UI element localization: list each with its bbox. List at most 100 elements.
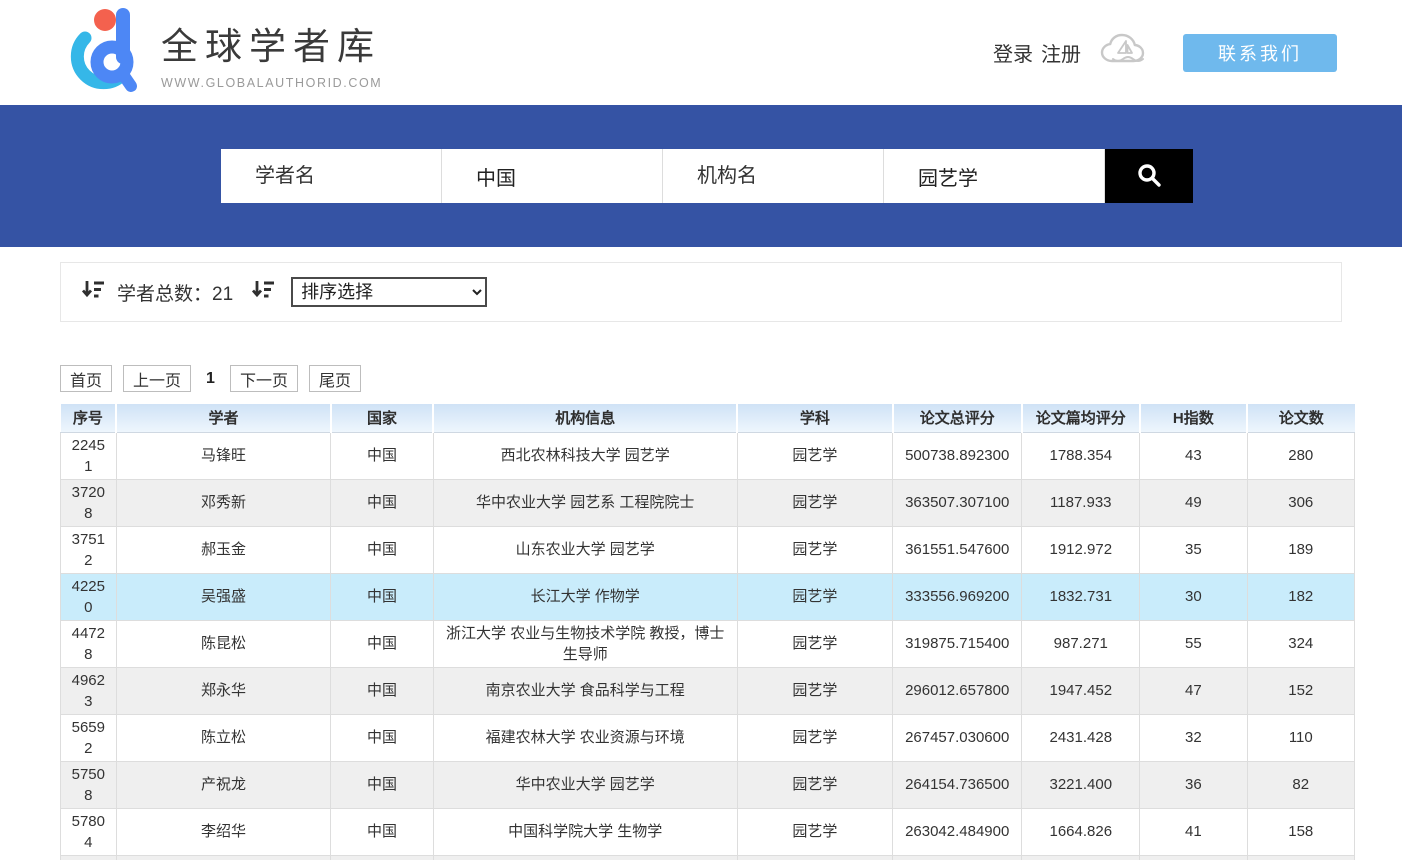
table-cell: 3221.400: [1022, 761, 1140, 808]
table-row[interactable]: 22451马锋旺中国西北农林科技大学 园艺学园艺学500738.89230017…: [61, 432, 1355, 479]
table-cell: 30: [1140, 573, 1247, 620]
table-cell: 邓秀新: [116, 479, 331, 526]
table-cell: 陈立松: [116, 714, 331, 761]
table-cell: 296012.657800: [893, 667, 1022, 714]
table-cell: 园艺学: [737, 620, 892, 667]
column-header: 序号: [61, 404, 117, 432]
table-cell: 1664.826: [1022, 808, 1140, 855]
table-cell: 园艺学: [737, 573, 892, 620]
table-row[interactable]: 42250吴强盛中国长江大学 作物学园艺学333556.9692001832.7…: [61, 573, 1355, 620]
contact-us-button[interactable]: 联系我们: [1183, 34, 1337, 72]
last-page-button[interactable]: 尾页: [309, 365, 361, 392]
next-page-button[interactable]: 下一页: [230, 365, 298, 392]
scholar-table-body: 22451马锋旺中国西北农林科技大学 园艺学园艺学500738.89230017…: [61, 432, 1355, 860]
table-cell: 中国: [331, 761, 433, 808]
table-cell: 南京农业大学 食品科学与工程: [433, 667, 737, 714]
table-row[interactable]: 56592陈立松中国福建农林大学 农业资源与环境园艺学267457.030600…: [61, 714, 1355, 761]
register-link[interactable]: 注册: [1041, 38, 1081, 67]
table-cell: 56592: [61, 714, 117, 761]
total-scholars-label: 学者总数：21: [117, 279, 233, 306]
site-title: 全球学者库: [161, 16, 382, 70]
site-url: WWW.GLOBALAUTHORID.COM: [161, 76, 382, 90]
table-row[interactable]: 57925Zhang, Shaoling中国南京农业大学园艺学262527.80…: [61, 855, 1355, 860]
table-cell: 中国: [331, 479, 433, 526]
column-header: 机构信息: [433, 404, 737, 432]
table-cell: 园艺学: [737, 432, 892, 479]
table-cell: 2431.428: [1022, 714, 1140, 761]
table-cell: 47: [1140, 667, 1247, 714]
table-cell: 37208: [61, 479, 117, 526]
table-cell: 189: [1247, 526, 1354, 573]
discipline-input[interactable]: [884, 149, 1105, 203]
table-cell: 园艺学: [737, 761, 892, 808]
table-cell: 长江大学 作物学: [433, 573, 737, 620]
table-cell: 1187.933: [1022, 479, 1140, 526]
results-toolbar: 学者总数：21 排序选择: [60, 262, 1342, 322]
table-cell: 园艺学: [737, 808, 892, 855]
table-cell: 中国科学院大学 生物学: [433, 808, 737, 855]
table-cell: 南京农业大学: [433, 855, 737, 860]
table-cell: 1947.452: [1022, 667, 1140, 714]
table-row[interactable]: 57804李绍华中国中国科学院大学 生物学园艺学263042.484900166…: [61, 808, 1355, 855]
column-header: H指数: [1140, 404, 1247, 432]
table-cell: 1232.525: [1022, 855, 1140, 860]
pagination: 首页 上一页 1 下一页 尾页: [60, 365, 1402, 392]
current-page-indicator: 1: [202, 370, 219, 388]
table-cell: 中国: [331, 573, 433, 620]
table-cell: 306: [1247, 479, 1354, 526]
table-cell: 园艺学: [737, 667, 892, 714]
table-cell: 山东农业大学 园艺学: [433, 526, 737, 573]
site-logo[interactable]: 全球学者库 WWW.GLOBALAUTHORID.COM: [65, 5, 382, 100]
login-link[interactable]: 登录: [993, 38, 1033, 67]
table-cell: 263042.484900: [893, 808, 1022, 855]
top-header: 全球学者库 WWW.GLOBALAUTHORID.COM 登录 注册 联系我们: [0, 0, 1402, 105]
table-cell: 中国: [331, 714, 433, 761]
table-cell: 37512: [61, 526, 117, 573]
search-icon: [1136, 162, 1162, 191]
table-cell: 152: [1247, 667, 1354, 714]
country-input[interactable]: [442, 149, 663, 203]
table-cell: 吴强盛: [116, 573, 331, 620]
table-cell: 郑永华: [116, 667, 331, 714]
table-cell: 49623: [61, 667, 117, 714]
prev-page-button[interactable]: 上一页: [123, 365, 191, 392]
table-cell: 22451: [61, 432, 117, 479]
table-cell: 园艺学: [737, 714, 892, 761]
institution-input[interactable]: [663, 149, 884, 203]
table-cell: 49: [1140, 479, 1247, 526]
logo-icon: [65, 5, 139, 100]
table-row[interactable]: 49623郑永华中国南京农业大学 食品科学与工程园艺学296012.657800…: [61, 667, 1355, 714]
table-cell: 园艺学: [737, 479, 892, 526]
table-cell: 1788.354: [1022, 432, 1140, 479]
table-cell: 319875.715400: [893, 620, 1022, 667]
table-cell: 55: [1140, 620, 1247, 667]
table-row[interactable]: 57508产祝龙中国华中农业大学 园艺学园艺学264154.7365003221…: [61, 761, 1355, 808]
table-row[interactable]: 37512郝玉金中国山东农业大学 园艺学园艺学361551.5476001912…: [61, 526, 1355, 573]
table-cell: 园艺学: [737, 855, 892, 860]
search-button[interactable]: [1105, 149, 1193, 203]
table-cell: 324: [1247, 620, 1354, 667]
column-header: 论文总评分: [893, 404, 1022, 432]
table-cell: 158: [1247, 808, 1354, 855]
column-header: 学科: [737, 404, 892, 432]
table-cell: 中国: [331, 432, 433, 479]
table-cell: 产祝龙: [116, 761, 331, 808]
table-cell: 32: [1140, 855, 1247, 860]
table-cell: 1912.972: [1022, 526, 1140, 573]
table-cell: 361551.547600: [893, 526, 1022, 573]
table-cell: 213: [1247, 855, 1354, 860]
search-navbar: [0, 105, 1402, 247]
table-row[interactable]: 37208邓秀新中国华中农业大学 园艺系 工程院院士园艺学363507.3071…: [61, 479, 1355, 526]
table-cell: 福建农林大学 农业资源与环境: [433, 714, 737, 761]
column-header: 论文篇均评分: [1022, 404, 1140, 432]
first-page-button[interactable]: 首页: [60, 365, 112, 392]
sort-select[interactable]: 排序选择: [291, 277, 487, 307]
table-cell: 35: [1140, 526, 1247, 573]
table-cell: 500738.892300: [893, 432, 1022, 479]
table-cell: 182: [1247, 573, 1354, 620]
table-row[interactable]: 44728陈昆松中国浙江大学 农业与生物技术学院 教授，博士生导师园艺学3198…: [61, 620, 1355, 667]
scholar-name-input[interactable]: [221, 149, 442, 203]
table-cell: 浙江大学 农业与生物技术学院 教授，博士生导师: [433, 620, 737, 667]
table-cell: 57508: [61, 761, 117, 808]
table-cell: 中国: [331, 526, 433, 573]
